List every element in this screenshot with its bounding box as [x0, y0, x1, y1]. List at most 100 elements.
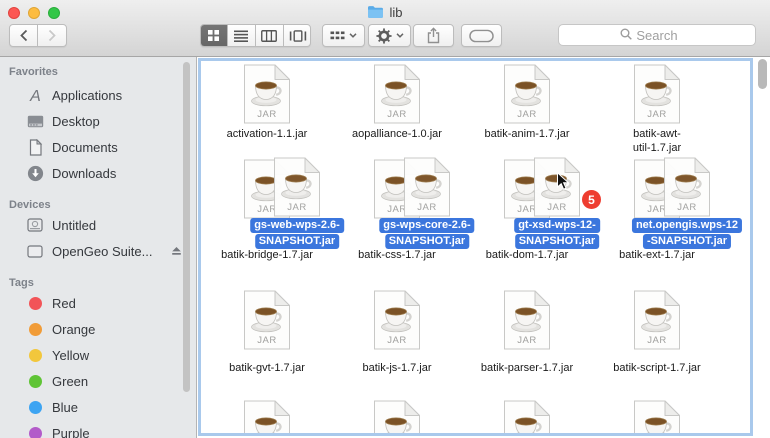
- file-item[interactable]: batik-css-1.7.jargs-wps-core-2.6-SNAPSHO…: [332, 159, 462, 284]
- share-button[interactable]: [413, 24, 454, 47]
- eject-icon[interactable]: [171, 244, 182, 259]
- search-input[interactable]: [558, 24, 756, 46]
- file-item[interactable]: batik-ext-1.7.jarnet.opengis.wps-12-SNAP…: [592, 159, 722, 284]
- sidebar-scrollbar[interactable]: [183, 62, 190, 392]
- file-item[interactable]: batik-parser-1.7.jar: [462, 284, 592, 400]
- tag-button[interactable]: [461, 24, 502, 47]
- dragged-file-icon[interactable]: [402, 157, 452, 217]
- jar-file-icon: [242, 64, 292, 124]
- svg-text:A: A: [29, 88, 41, 104]
- file-item[interactable]: batik-awt-util-1.7.jar: [592, 64, 722, 159]
- jar-file-icon: [502, 64, 552, 124]
- dragged-file-icon[interactable]: [272, 157, 322, 217]
- file-item[interactable]: [202, 400, 332, 436]
- tag-dot-icon: [29, 323, 42, 336]
- file-name: batik-dom-1.7.jar: [486, 249, 569, 263]
- file-item[interactable]: batik-anim-1.7.jar: [462, 64, 592, 159]
- sidebar-item-label: Untitled: [52, 218, 96, 233]
- icon-view-icon: [207, 29, 220, 42]
- downloads-icon: [26, 164, 44, 182]
- sidebar-item-label: Purple: [52, 426, 90, 438]
- sidebar-item-yellow[interactable]: Yellow: [0, 342, 196, 368]
- file-grid: activation-1.1.jaraopalliance-1.0.jarbat…: [201, 61, 750, 433]
- sidebar-item-orange[interactable]: Orange: [0, 316, 196, 342]
- tag-dot-icon: [29, 297, 42, 310]
- sidebar-item-label: Desktop: [52, 114, 100, 129]
- jar-file-icon: [632, 64, 682, 124]
- sidebar-section-favorites: FavoritesAApplicationsDesktopDocumentsDo…: [0, 65, 196, 186]
- sidebar-item-label: Applications: [52, 88, 122, 103]
- documents-icon: [26, 138, 44, 156]
- search-field-wrap: [558, 24, 756, 46]
- sidebar-item-label: Green: [52, 374, 88, 389]
- arrange-icon: [330, 30, 345, 41]
- applications-icon: A: [26, 86, 44, 104]
- file-name: batik-anim-1.7.jar: [485, 128, 570, 142]
- sidebar-section-header: Tags: [0, 276, 196, 290]
- jar-file-icon: [502, 290, 552, 350]
- coverflow-view-button[interactable]: [284, 25, 312, 46]
- action-menu-button[interactable]: [368, 24, 411, 47]
- file-item[interactable]: aopalliance-1.0.jar: [332, 64, 462, 159]
- file-item[interactable]: activation-1.1.jar: [202, 64, 332, 159]
- sidebar-item-applications[interactable]: A Applications: [0, 82, 196, 108]
- file-item[interactable]: [332, 400, 462, 436]
- sidebar-item-desktop[interactable]: Desktop: [0, 108, 196, 134]
- window-body: FavoritesAApplicationsDesktopDocumentsDo…: [0, 57, 770, 438]
- sidebar-item-untitled[interactable]: Untitled: [0, 212, 196, 238]
- share-icon: [426, 27, 441, 44]
- sidebar-item-label: Orange: [52, 322, 95, 337]
- tag-dot-icon: [29, 349, 42, 362]
- list-view-button[interactable]: [228, 25, 256, 46]
- sidebar-item-label: Downloads: [52, 166, 116, 181]
- file-name: batik-ext-1.7.jar: [619, 249, 695, 263]
- file-name: batik-script-1.7.jar: [613, 362, 700, 376]
- dragged-file-name: gs-wps-core-2.6-SNAPSHOT.jar: [379, 218, 474, 250]
- sidebar-item-green[interactable]: Green: [0, 368, 196, 394]
- sidebar-item-blue[interactable]: Blue: [0, 394, 196, 420]
- file-item[interactable]: batik-bridge-1.7.jargs-web-wps-2.6-SNAPS…: [202, 159, 332, 284]
- window-title: lib: [389, 5, 402, 20]
- sidebar-item-red[interactable]: Red: [0, 290, 196, 316]
- file-name: batik-css-1.7.jar: [358, 249, 436, 263]
- file-item[interactable]: [462, 400, 592, 436]
- sidebar-item-label: Blue: [52, 400, 78, 415]
- titlebar: lib: [0, 0, 770, 57]
- file-name: activation-1.1.jar: [227, 128, 308, 142]
- file-item[interactable]: batik-script-1.7.jar: [592, 284, 722, 400]
- dragged-file-icon[interactable]: [662, 157, 712, 217]
- sidebar-item-label: Documents: [52, 140, 118, 155]
- toolbar: [0, 24, 770, 48]
- tag-dot-icon: [29, 427, 42, 438]
- jar-file-icon: [372, 400, 422, 436]
- drag-count-badge: 5: [582, 190, 601, 209]
- sidebar-item-documents[interactable]: Documents: [0, 134, 196, 160]
- back-chevron-icon: [19, 29, 28, 42]
- tag-dot-icon: [29, 401, 42, 414]
- dragged-file-name: gt-xsd-wps-12-SNAPSHOT.jar: [514, 218, 600, 250]
- file-row: [201, 400, 750, 436]
- file-item[interactable]: batik-js-1.7.jar: [332, 284, 462, 400]
- jar-file-icon: [632, 290, 682, 350]
- navigation-buttons: [9, 24, 67, 47]
- view-switcher: [200, 24, 311, 47]
- column-view-button[interactable]: [256, 25, 284, 46]
- gear-icon: [376, 28, 392, 44]
- file-item[interactable]: batik-dom-1.7.jargt-xsd-wps-12-SNAPSHOT.…: [462, 159, 592, 284]
- chevron-down-icon: [396, 33, 404, 38]
- file-item[interactable]: batik-gvt-1.7.jar: [202, 284, 332, 400]
- content-scrollbar[interactable]: [758, 59, 767, 89]
- tag-dot-icon: [29, 375, 42, 388]
- back-button[interactable]: [10, 25, 38, 46]
- sidebar-item-purple[interactable]: Purple: [0, 420, 196, 438]
- forward-button[interactable]: [38, 25, 66, 46]
- icon-view-button[interactable]: [200, 25, 228, 46]
- sidebar-item-label: Yellow: [52, 348, 89, 363]
- sidebar-item-opengeo-suite[interactable]: OpenGeo Suite...: [0, 238, 196, 264]
- arrange-button[interactable]: [322, 24, 365, 47]
- file-name: batik-bridge-1.7.jar: [221, 249, 313, 263]
- sidebar-item-downloads[interactable]: Downloads: [0, 160, 196, 186]
- file-item[interactable]: [592, 400, 722, 436]
- dragged-file-name: gs-web-wps-2.6-SNAPSHOT.jar: [250, 218, 344, 250]
- sidebar-item-label: Red: [52, 296, 76, 311]
